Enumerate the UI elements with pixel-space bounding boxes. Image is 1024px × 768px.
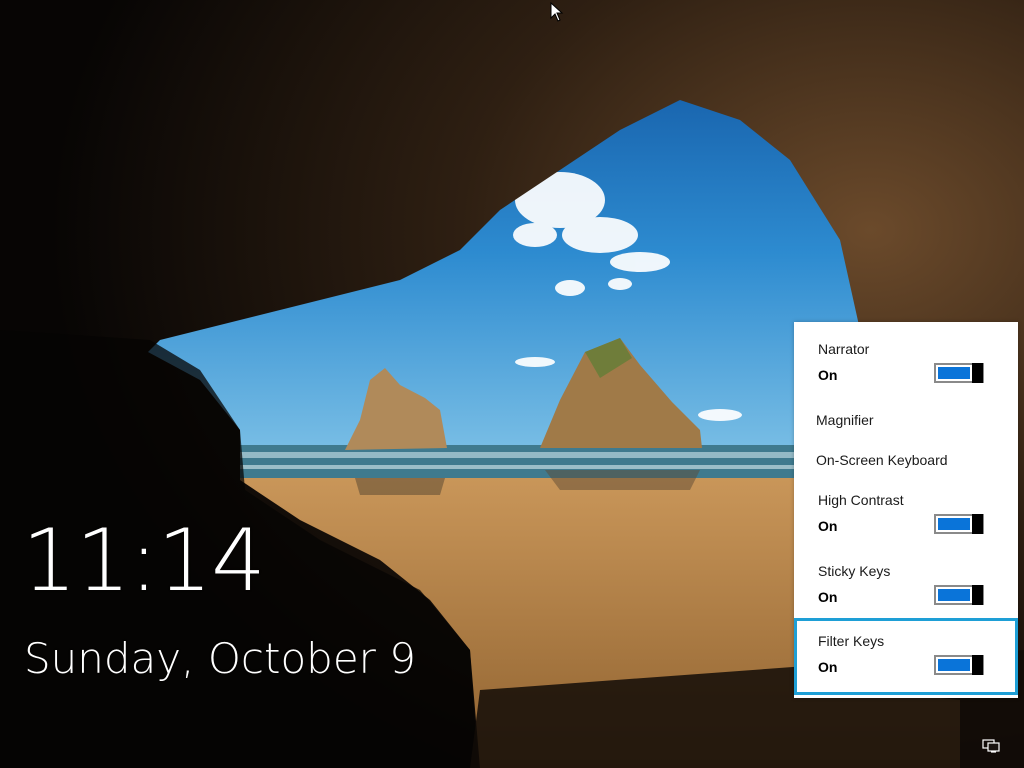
- ease-item-sticky-keys[interactable]: Sticky Keys On: [794, 550, 1018, 621]
- ease-item-high-contrast[interactable]: High Contrast On: [794, 479, 1018, 550]
- ease-item-label: Magnifier: [816, 412, 874, 428]
- network-icon[interactable]: [982, 739, 1000, 753]
- ease-item-narrator[interactable]: Narrator On: [794, 322, 1018, 393]
- sticky-keys-toggle[interactable]: [934, 585, 984, 605]
- toggle-fill: [938, 589, 970, 601]
- toggle-fill: [938, 659, 970, 671]
- ease-item-on-screen-keyboard[interactable]: On-Screen Keyboard: [794, 439, 1018, 479]
- ease-item-filter-keys[interactable]: Filter Keys On: [794, 618, 1018, 695]
- filter-keys-toggle[interactable]: [934, 655, 984, 675]
- toggle-thumb: [972, 585, 983, 605]
- ease-item-state: On: [818, 367, 838, 383]
- ease-item-label: High Contrast: [818, 492, 904, 508]
- ease-item-label: Narrator: [818, 341, 870, 357]
- ease-item-state: On: [818, 518, 838, 534]
- mouse-pointer-icon: [550, 2, 564, 22]
- lock-screen-time: 11:14: [22, 511, 266, 611]
- ease-of-access-menu: Narrator On Magnifier On-Screen Keyboard…: [794, 322, 1018, 698]
- high-contrast-toggle[interactable]: [934, 514, 984, 534]
- lock-screen-date: Sunday, October 9: [24, 634, 417, 683]
- ease-item-label: Sticky Keys: [818, 563, 891, 579]
- ease-item-magnifier[interactable]: Magnifier: [794, 399, 1018, 439]
- toggle-thumb: [972, 363, 983, 383]
- toggle-thumb: [972, 514, 983, 534]
- toggle-fill: [938, 518, 970, 530]
- narrator-toggle[interactable]: [934, 363, 984, 383]
- toggle-fill: [938, 367, 970, 379]
- ease-item-label: On-Screen Keyboard: [816, 452, 948, 468]
- lock-screen: 11:14 Sunday, October 9 Narrator On Magn…: [0, 0, 1024, 768]
- ease-item-label: Filter Keys: [818, 633, 885, 649]
- toggle-thumb: [972, 655, 983, 675]
- ease-item-state: On: [818, 659, 838, 675]
- ease-item-state: On: [818, 589, 838, 605]
